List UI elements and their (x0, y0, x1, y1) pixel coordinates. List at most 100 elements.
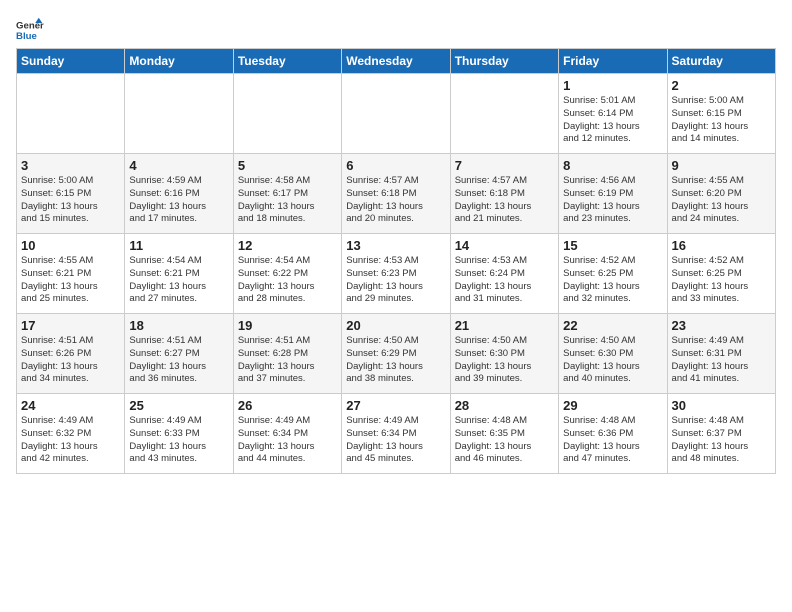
calendar-cell: 9Sunrise: 4:55 AM Sunset: 6:20 PM Daylig… (667, 154, 775, 234)
day-number: 11 (129, 238, 228, 253)
day-info: Sunrise: 4:53 AM Sunset: 6:24 PM Dayligh… (455, 255, 554, 306)
day-number: 14 (455, 238, 554, 253)
calendar-cell: 12Sunrise: 4:54 AM Sunset: 6:22 PM Dayli… (233, 234, 341, 314)
weekday-header: Saturday (667, 49, 775, 74)
calendar-week-row: 1 Sunrise: 5:01 AM Sunset: 6:14 PM Daylig… (17, 74, 776, 154)
day-info: Sunrise: 4:55 AM Sunset: 6:20 PM Dayligh… (672, 175, 771, 226)
calendar-cell: 13 Sunrise: 4:53 AM Sunset: 6:23 PM Dayli… (342, 234, 450, 314)
svg-text:Blue: Blue (16, 31, 37, 42)
weekday-header: Thursday (450, 49, 558, 74)
calendar-cell: 24 Sunrise: 4:49 AM Sunset: 6:32 PM Dayli… (17, 394, 125, 474)
day-info: Sunrise: 4:50 AM Sunset: 6:30 PM Dayligh… (455, 335, 554, 386)
day-info: Sunrise: 4:52 AM Sunset: 6:25 PM Dayligh… (672, 255, 771, 306)
calendar-cell: 17 Sunrise: 4:51 AM Sunset: 6:26 PM Dayli… (17, 314, 125, 394)
calendar-cell: 2 Sunrise: 5:00 AM Sunset: 6:15 PM Daylig… (667, 74, 775, 154)
calendar-cell (17, 74, 125, 154)
weekday-header: Wednesday (342, 49, 450, 74)
day-info: Sunrise: 4:52 AM Sunset: 6:25 PM Dayligh… (563, 255, 662, 306)
page-header: General Blue (16, 16, 776, 44)
day-number: 17 (21, 318, 120, 333)
calendar-cell: 11 Sunrise: 4:54 AM Sunset: 6:21 PM Dayli… (125, 234, 233, 314)
calendar-cell: 26 Sunrise: 4:49 AM Sunset: 6:34 PM Dayli… (233, 394, 341, 474)
calendar-cell: 18Sunrise: 4:51 AM Sunset: 6:27 PM Dayli… (125, 314, 233, 394)
day-number: 22 (563, 318, 662, 333)
day-number: 25 (129, 398, 228, 413)
calendar-cell: 22 Sunrise: 4:50 AM Sunset: 6:30 PM Dayli… (559, 314, 667, 394)
day-info: Sunrise: 4:58 AM Sunset: 6:17 PM Dayligh… (238, 175, 337, 226)
day-number: 23 (672, 318, 771, 333)
day-info: Sunrise: 4:48 AM Sunset: 6:36 PM Dayligh… (563, 415, 662, 466)
calendar-table: SundayMondayTuesdayWednesdayThursdayFrid… (16, 48, 776, 474)
day-info: Sunrise: 4:50 AM Sunset: 6:30 PM Dayligh… (563, 335, 662, 386)
day-info: Sunrise: 4:57 AM Sunset: 6:18 PM Dayligh… (455, 175, 554, 226)
calendar-week-row: 17 Sunrise: 4:51 AM Sunset: 6:26 PM Dayli… (17, 314, 776, 394)
day-info: Sunrise: 5:01 AM Sunset: 6:14 PM Dayligh… (563, 95, 662, 146)
calendar-week-row: 10 Sunrise: 4:55 AM Sunset: 6:21 PM Dayli… (17, 234, 776, 314)
day-number: 18 (129, 318, 228, 333)
calendar-cell (125, 74, 233, 154)
day-number: 13 (346, 238, 445, 253)
calendar-cell: 15 Sunrise: 4:52 AM Sunset: 6:25 PM Dayli… (559, 234, 667, 314)
calendar-week-row: 3 Sunrise: 5:00 AM Sunset: 6:15 PM Daylig… (17, 154, 776, 234)
day-info: Sunrise: 4:55 AM Sunset: 6:21 PM Dayligh… (21, 255, 120, 306)
day-info: Sunrise: 4:51 AM Sunset: 6:28 PM Dayligh… (238, 335, 337, 386)
day-number: 24 (21, 398, 120, 413)
day-info: Sunrise: 4:56 AM Sunset: 6:19 PM Dayligh… (563, 175, 662, 226)
day-info: Sunrise: 5:00 AM Sunset: 6:15 PM Dayligh… (672, 95, 771, 146)
day-info: Sunrise: 4:57 AM Sunset: 6:18 PM Dayligh… (346, 175, 445, 226)
calendar-cell: 19 Sunrise: 4:51 AM Sunset: 6:28 PM Dayli… (233, 314, 341, 394)
day-info: Sunrise: 4:49 AM Sunset: 6:34 PM Dayligh… (238, 415, 337, 466)
day-number: 10 (21, 238, 120, 253)
calendar-cell: 3 Sunrise: 5:00 AM Sunset: 6:15 PM Daylig… (17, 154, 125, 234)
day-number: 1 (563, 78, 662, 93)
day-number: 26 (238, 398, 337, 413)
calendar-cell: 1 Sunrise: 5:01 AM Sunset: 6:14 PM Daylig… (559, 74, 667, 154)
day-info: Sunrise: 4:49 AM Sunset: 6:32 PM Dayligh… (21, 415, 120, 466)
day-info: Sunrise: 4:51 AM Sunset: 6:26 PM Dayligh… (21, 335, 120, 386)
day-number: 19 (238, 318, 337, 333)
day-info: Sunrise: 4:49 AM Sunset: 6:31 PM Dayligh… (672, 335, 771, 386)
day-info: Sunrise: 4:48 AM Sunset: 6:35 PM Dayligh… (455, 415, 554, 466)
day-number: 3 (21, 158, 120, 173)
weekday-header: Monday (125, 49, 233, 74)
calendar-cell: 25 Sunrise: 4:49 AM Sunset: 6:33 PM Dayli… (125, 394, 233, 474)
calendar-cell: 21 Sunrise: 4:50 AM Sunset: 6:30 PM Dayli… (450, 314, 558, 394)
calendar-cell: 30Sunrise: 4:48 AM Sunset: 6:37 PM Dayli… (667, 394, 775, 474)
day-info: Sunrise: 4:53 AM Sunset: 6:23 PM Dayligh… (346, 255, 445, 306)
day-number: 7 (455, 158, 554, 173)
day-info: Sunrise: 5:00 AM Sunset: 6:15 PM Dayligh… (21, 175, 120, 226)
calendar-cell: 8 Sunrise: 4:56 AM Sunset: 6:19 PM Daylig… (559, 154, 667, 234)
logo-icon: General Blue (16, 16, 44, 44)
header-row: SundayMondayTuesdayWednesdayThursdayFrid… (17, 49, 776, 74)
day-number: 16 (672, 238, 771, 253)
day-info: Sunrise: 4:50 AM Sunset: 6:29 PM Dayligh… (346, 335, 445, 386)
calendar-cell: 28 Sunrise: 4:48 AM Sunset: 6:35 PM Dayli… (450, 394, 558, 474)
day-number: 27 (346, 398, 445, 413)
day-number: 5 (238, 158, 337, 173)
calendar-cell (342, 74, 450, 154)
day-info: Sunrise: 4:59 AM Sunset: 6:16 PM Dayligh… (129, 175, 228, 226)
calendar-cell: 5 Sunrise: 4:58 AM Sunset: 6:17 PM Daylig… (233, 154, 341, 234)
calendar-cell: 10 Sunrise: 4:55 AM Sunset: 6:21 PM Dayli… (17, 234, 125, 314)
calendar-cell (233, 74, 341, 154)
day-info: Sunrise: 4:49 AM Sunset: 6:33 PM Dayligh… (129, 415, 228, 466)
day-number: 15 (563, 238, 662, 253)
calendar-week-row: 24 Sunrise: 4:49 AM Sunset: 6:32 PM Dayli… (17, 394, 776, 474)
day-number: 8 (563, 158, 662, 173)
day-number: 2 (672, 78, 771, 93)
weekday-header: Sunday (17, 49, 125, 74)
logo: General Blue (16, 16, 44, 44)
day-number: 20 (346, 318, 445, 333)
calendar-cell: 6 Sunrise: 4:57 AM Sunset: 6:18 PM Daylig… (342, 154, 450, 234)
weekday-header: Friday (559, 49, 667, 74)
calendar-cell: 14 Sunrise: 4:53 AM Sunset: 6:24 PM Dayli… (450, 234, 558, 314)
day-number: 21 (455, 318, 554, 333)
day-number: 30 (672, 398, 771, 413)
day-number: 28 (455, 398, 554, 413)
calendar-cell: 16 Sunrise: 4:52 AM Sunset: 6:25 PM Dayli… (667, 234, 775, 314)
day-info: Sunrise: 4:49 AM Sunset: 6:34 PM Dayligh… (346, 415, 445, 466)
calendar-cell: 4Sunrise: 4:59 AM Sunset: 6:16 PM Daylig… (125, 154, 233, 234)
calendar-cell: 7 Sunrise: 4:57 AM Sunset: 6:18 PM Daylig… (450, 154, 558, 234)
day-number: 6 (346, 158, 445, 173)
day-info: Sunrise: 4:54 AM Sunset: 6:21 PM Dayligh… (129, 255, 228, 306)
